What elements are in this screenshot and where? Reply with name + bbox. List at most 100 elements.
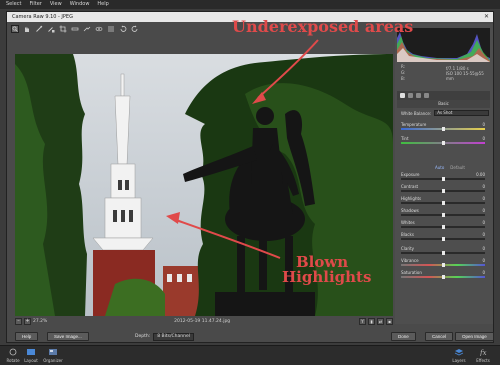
eyedropper-icon[interactable] xyxy=(35,25,43,33)
slider-label: Highlights xyxy=(401,196,422,201)
depth-label: Depth: xyxy=(135,334,151,339)
slider-value[interactable]: 0 xyxy=(482,184,485,189)
view-mode-icon[interactable]: Y xyxy=(359,318,366,325)
slider-value[interactable]: 0 xyxy=(482,196,485,201)
slider-value[interactable]: 0 xyxy=(482,122,485,127)
auto-default-row: Auto Default xyxy=(435,165,465,170)
crop-icon[interactable] xyxy=(59,25,67,33)
basic-tab-icon[interactable] xyxy=(400,93,405,98)
swap-icon[interactable]: ⇄ xyxy=(377,318,384,325)
menu-view[interactable]: View xyxy=(50,0,62,9)
slider-saturation[interactable]: Saturation 0 xyxy=(401,270,489,281)
zoom-tool-icon[interactable] xyxy=(11,25,19,33)
auto-link[interactable]: Auto xyxy=(435,165,444,170)
detail-tab-icon[interactable] xyxy=(416,93,421,98)
slider-vibrance[interactable]: Vibrance 0 xyxy=(401,258,489,269)
camera-tab-icon[interactable] xyxy=(424,93,429,98)
slider-thumb[interactable] xyxy=(441,177,445,181)
slider-label: Shadows xyxy=(401,208,419,213)
hand-tool-icon[interactable] xyxy=(23,25,31,33)
slider-thumb[interactable] xyxy=(441,213,445,217)
zoom-level[interactable]: 27.2% xyxy=(33,319,47,324)
taskbar-organizer-label: Organizer xyxy=(43,358,63,363)
tone-curve-tab-icon[interactable] xyxy=(408,93,413,98)
white-balance-row: White Balance: As Shot xyxy=(401,109,489,117)
slider-temperature[interactable]: Temperature 0 xyxy=(401,122,489,133)
slider-label: Vibrance xyxy=(401,258,419,263)
slider-value[interactable]: 0 xyxy=(482,220,485,225)
settings-icon[interactable]: ▪ xyxy=(386,318,393,325)
slider-value[interactable]: 0 xyxy=(482,258,485,263)
slider-thumb[interactable] xyxy=(441,201,445,205)
depth-control: Depth: 8 Bits/Channel xyxy=(135,332,194,341)
menu-bar: Select Filter View Window Help xyxy=(0,0,500,9)
slider-thumb[interactable] xyxy=(441,225,445,229)
rotate-icon xyxy=(9,348,17,356)
spot-removal-icon[interactable] xyxy=(83,25,91,33)
slider-whites[interactable]: Whites 0 xyxy=(401,220,489,231)
slider-thumb[interactable] xyxy=(441,127,445,131)
slider-value[interactable]: 0 xyxy=(482,136,485,141)
white-balance-select[interactable]: As Shot xyxy=(434,110,489,116)
readout-g: G: xyxy=(401,70,406,75)
slider-thumb[interactable] xyxy=(441,251,445,255)
rotate-right-icon[interactable] xyxy=(131,25,139,33)
default-link[interactable]: Default xyxy=(450,165,465,170)
slider-label: Exposure xyxy=(401,172,420,177)
depth-select[interactable]: 8 Bits/Channel xyxy=(153,332,194,341)
slider-blacks[interactable]: Blacks 0 xyxy=(401,232,489,243)
slider-thumb[interactable] xyxy=(441,189,445,193)
save-image-button[interactable]: Save Image... xyxy=(47,332,89,341)
camera-raw-dialog: Camera Raw 9.10 - JPEG ✕ – + 27.2% 2012-… xyxy=(6,11,494,343)
dialog-footer: Help Save Image... Depth: 8 Bits/Channel… xyxy=(7,330,495,343)
slider-label: Clarity xyxy=(401,246,415,251)
taskbar-effects[interactable]: fx Effects xyxy=(472,348,494,364)
straighten-icon[interactable] xyxy=(71,25,79,33)
slider-value[interactable]: 0.00 xyxy=(476,172,485,177)
slider-clarity[interactable]: Clarity 0 xyxy=(401,246,489,257)
slider-thumb[interactable] xyxy=(441,237,445,241)
close-icon[interactable]: ✕ xyxy=(484,12,489,22)
slider-value[interactable]: 0 xyxy=(482,246,485,251)
menu-window[interactable]: Window xyxy=(70,0,90,9)
cancel-button[interactable]: Cancel xyxy=(425,332,454,341)
taskbar-layout[interactable]: Layout xyxy=(20,348,42,364)
zoom-out-button[interactable]: – xyxy=(15,318,22,325)
effects-icon: fx xyxy=(479,349,487,357)
help-button[interactable]: Help xyxy=(15,332,39,341)
list-icon[interactable] xyxy=(107,25,115,33)
slider-label: Blacks xyxy=(401,232,414,237)
white-balance-label: White Balance: xyxy=(401,110,432,116)
menu-filter[interactable]: Filter xyxy=(29,0,41,9)
slider-thumb[interactable] xyxy=(441,263,445,267)
zoom-in-button[interactable]: + xyxy=(24,318,31,325)
slider-label: Whites xyxy=(401,220,415,225)
red-eye-icon[interactable] xyxy=(95,25,103,33)
taskbar: Rotate Layout Organizer Layers fx Effect… xyxy=(0,345,500,365)
slider-thumb[interactable] xyxy=(441,275,445,279)
menu-help[interactable]: Help xyxy=(97,0,108,9)
slider-value[interactable]: 0 xyxy=(482,208,485,213)
dialog-title: Camera Raw 9.10 - JPEG xyxy=(12,14,73,20)
slider-value[interactable]: 0 xyxy=(482,232,485,237)
open-image-button[interactable]: Open Image xyxy=(455,332,494,341)
color-sampler-icon[interactable] xyxy=(47,25,55,33)
slider-thumb[interactable] xyxy=(441,141,445,145)
slider-exposure[interactable]: Exposure 0.00 xyxy=(401,172,489,183)
taskbar-organizer[interactable]: Organizer xyxy=(42,348,64,364)
image-filename: 2012-05-19 11.47.24.jpg xyxy=(174,319,231,324)
rotate-left-icon[interactable] xyxy=(119,25,127,33)
compare-icon[interactable]: ▮ xyxy=(368,318,375,325)
slider-contrast[interactable]: Contrast 0 xyxy=(401,184,489,195)
menu-select[interactable]: Select xyxy=(6,0,21,9)
slider-tint[interactable]: Tint 0 xyxy=(401,136,489,147)
slider-shadows[interactable]: Shadows 0 xyxy=(401,208,489,219)
done-button[interactable]: Done xyxy=(391,332,416,341)
slider-highlights[interactable]: Highlights 0 xyxy=(401,196,489,207)
organizer-icon xyxy=(49,349,57,355)
camera-metadata: f/7.1 1/80 s ISO 100 15-55@55 mm xyxy=(446,66,489,81)
slider-value[interactable]: 0 xyxy=(482,270,485,275)
slider-label: Temperature xyxy=(401,122,427,127)
annotation-underexposed: Underexposed areas xyxy=(232,17,414,36)
taskbar-layers[interactable]: Layers xyxy=(448,348,470,364)
